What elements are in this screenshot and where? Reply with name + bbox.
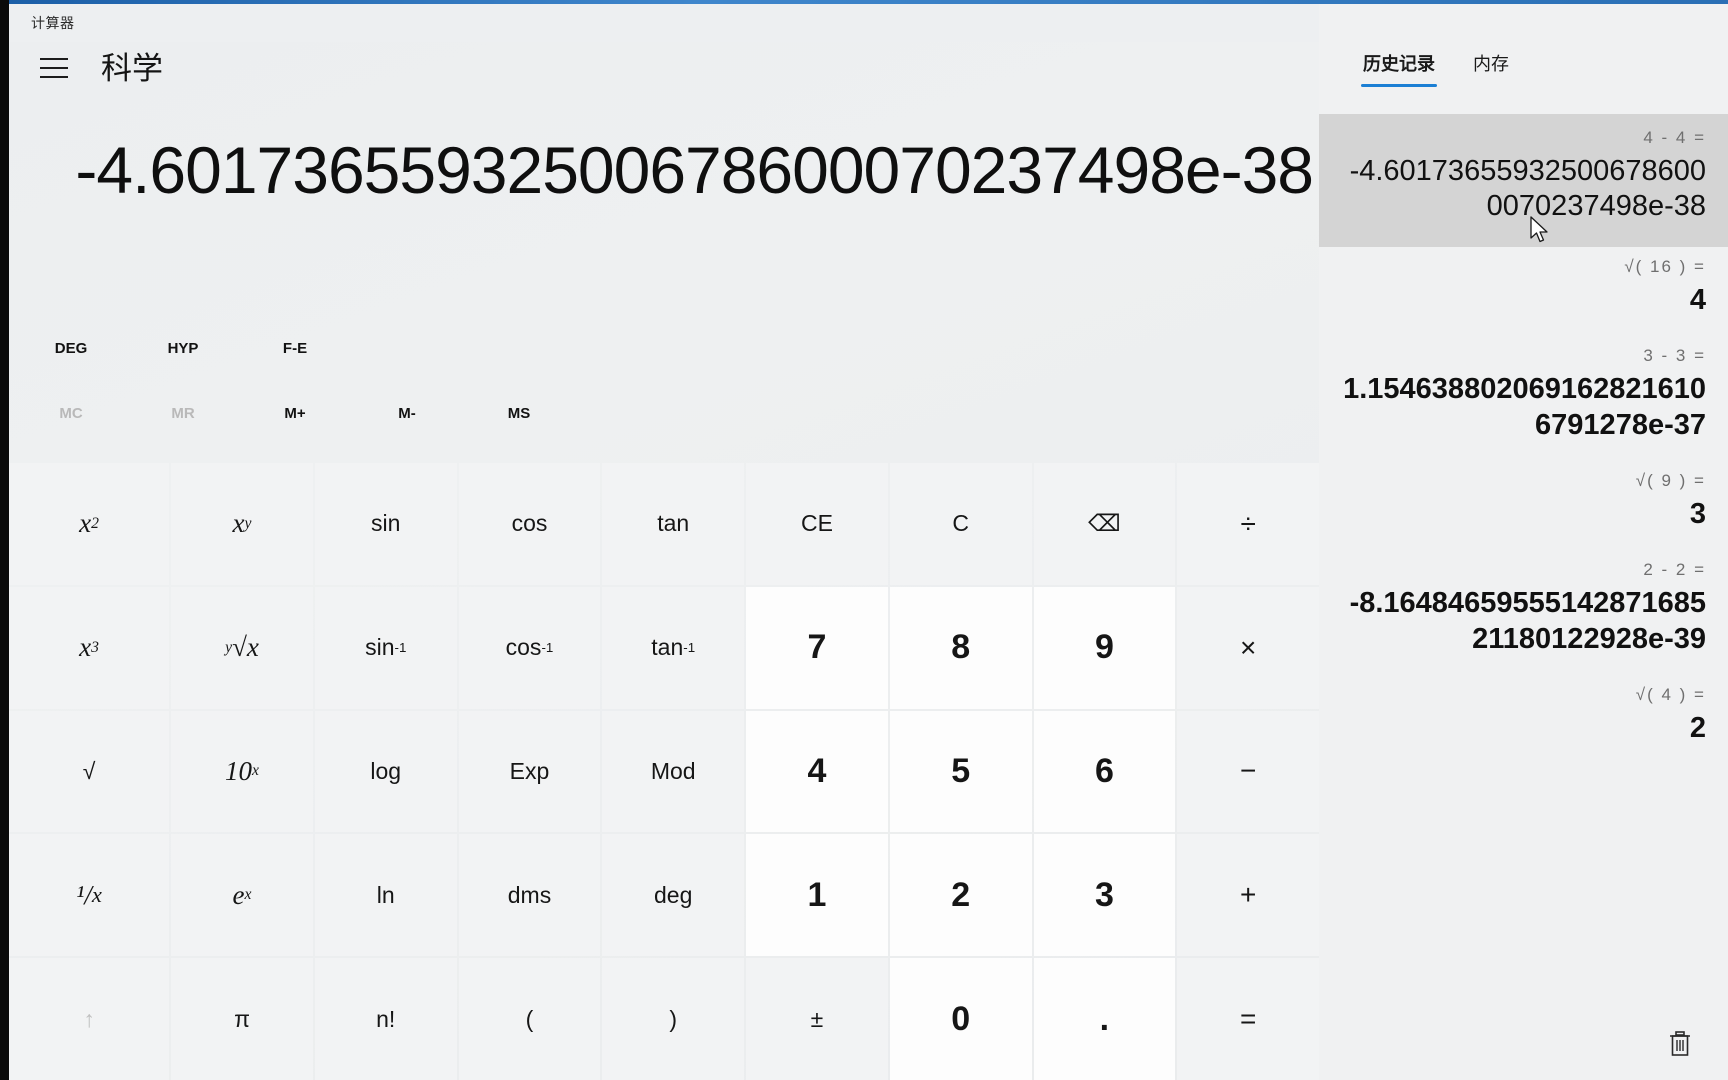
window-left-edge	[0, 0, 9, 1080]
key-xy[interactable]: xy	[171, 463, 313, 585]
history-item[interactable]: 3 - 3 = 1.1546388020691628216106791278e-3…	[1319, 336, 1728, 461]
key-sqrt[interactable]: √	[9, 710, 170, 833]
key-log[interactable]: log	[314, 710, 457, 833]
key-plusminus[interactable]: ±	[746, 958, 888, 1080]
key-x3[interactable]: x3	[9, 586, 170, 709]
key-7[interactable]: 7	[746, 586, 888, 709]
key-divide[interactable]: ÷	[1177, 463, 1319, 585]
history-value: -8.16484659555142871685 21180122928e-39	[1349, 587, 1706, 655]
history-expression: √( 9 ) =	[1635, 470, 1706, 490]
key-sin[interactable]: sin	[314, 463, 457, 585]
key-6[interactable]: 6	[1033, 710, 1176, 833]
display-value: -4.60173655932500678600070237498e-38	[75, 133, 1314, 207]
key-decimal[interactable]: .	[1033, 958, 1176, 1080]
tab-memory[interactable]: 内存	[1473, 50, 1509, 87]
key-x2[interactable]: x2	[9, 463, 170, 585]
history-value: -4.601736559325006786000070237498e-38	[1349, 155, 1706, 223]
app-title: 计算器	[31, 15, 75, 31]
key-ln[interactable]: ln	[314, 834, 457, 957]
calculator-window: 计算器 科学 -4.60173655932500678600070237498e…	[0, 0, 1728, 1080]
key-cos-1[interactable]: cos -1	[458, 586, 601, 709]
history-item[interactable]: √( 4 ) = 2	[1319, 675, 1728, 764]
key-1-x[interactable]: ¹/x	[9, 834, 170, 957]
key-pi[interactable]: π	[171, 958, 313, 1080]
history-value: 3	[1689, 497, 1706, 530]
key-yroot[interactable]: y √x	[171, 586, 313, 709]
key-5[interactable]: 5	[889, 710, 1032, 833]
trash-icon	[1670, 1031, 1690, 1056]
key-up: ↑	[9, 958, 170, 1080]
tab-history[interactable]: 历史记录	[1361, 50, 1437, 87]
key-close-paren[interactable]: )	[602, 958, 745, 1080]
memory-mc: MC	[59, 404, 83, 422]
app-header: 科学	[9, 42, 1319, 94]
toggle-f-e[interactable]: F-E	[245, 328, 345, 368]
history-tabs: 历史记录 内存	[1319, 50, 1728, 96]
mode-toggle-row: DEG HYP F-E	[9, 325, 1319, 371]
memory-ms[interactable]: MS	[469, 393, 569, 433]
key-10x[interactable]: 10 x	[171, 710, 313, 833]
key-deg[interactable]: deg	[602, 834, 745, 957]
history-panel: 历史记录 内存 4 - 4 = -4.60173655932500678600007…	[1319, 4, 1728, 1080]
key-dms[interactable]: dms	[458, 834, 601, 957]
keypad: x 2 x y sin cos tan CE C ⌫ ÷ x 3 y √x sin -1 cos -1 tan -1 7 8…	[9, 463, 1319, 1080]
window-top-accent	[9, 0, 1728, 4]
key-tan-1[interactable]: tan -1	[602, 586, 745, 709]
history-item[interactable]: 2 - 2 = -8.16484659555142871685 211801229…	[1319, 550, 1728, 675]
toggle-hyp[interactable]: HYP	[133, 328, 233, 368]
key-1[interactable]: 1	[746, 834, 888, 957]
key-exp[interactable]: Exp	[458, 710, 601, 833]
history-expression: 2 - 2 =	[1643, 560, 1706, 580]
key-2[interactable]: 2	[889, 834, 1032, 957]
history-item[interactable]: √( 16 ) = 4	[1319, 247, 1728, 336]
key-9[interactable]: 9	[1033, 586, 1176, 709]
key-multiply[interactable]: ×	[1177, 586, 1319, 709]
key-sin-1[interactable]: sin -1	[314, 586, 457, 709]
key-cos[interactable]: cos	[458, 463, 601, 585]
key-tan[interactable]: tan	[602, 463, 745, 585]
key-ce[interactable]: CE	[746, 463, 888, 585]
key-n-[interactable]: n!	[314, 958, 457, 1080]
memory-button-row: MC MR M+ M- MS	[9, 390, 1319, 436]
key-equals[interactable]: =	[1177, 958, 1319, 1080]
memory-m-[interactable]: M-	[357, 393, 457, 433]
key-c[interactable]: C	[889, 463, 1032, 585]
history-expression: 4 - 4 =	[1643, 128, 1706, 147]
key-4[interactable]: 4	[746, 710, 888, 833]
history-item[interactable]: √( 9 ) = 3	[1319, 461, 1728, 550]
memory-mr: MR	[171, 404, 195, 422]
history-expression: √( 4 ) =	[1635, 685, 1706, 704]
key-8[interactable]: 8	[889, 586, 1032, 709]
mode-title: 科学	[101, 50, 163, 86]
memory-m-[interactable]: M+	[245, 393, 345, 433]
history-value: 1.1546388020691628216106791278e-37	[1343, 373, 1706, 441]
history-expression: 3 - 3 =	[1643, 346, 1706, 366]
key-minus[interactable]: −	[1177, 710, 1319, 833]
key-mod[interactable]: Mod	[602, 710, 745, 833]
history-value: 4	[1689, 283, 1706, 316]
display-area: -4.60173655932500678600070237498e-38	[9, 110, 1319, 230]
history-value: 2	[1689, 712, 1706, 744]
key-plus[interactable]: +	[1177, 834, 1319, 957]
key-0[interactable]: 0	[889, 958, 1032, 1080]
history-expression: √( 16 ) =	[1624, 256, 1706, 276]
hamburger-icon[interactable]	[31, 48, 77, 88]
history-list: 4 - 4 = -4.601736559325006786000070237498…	[1319, 114, 1728, 1020]
key-ex[interactable]: ex	[171, 834, 313, 957]
key-open-paren[interactable]: (	[458, 958, 601, 1080]
key-backspace[interactable]: ⌫	[1033, 463, 1176, 585]
toggle-deg[interactable]: DEG	[21, 328, 121, 368]
history-item[interactable]: 4 - 4 = -4.601736559325006786000070237498…	[1319, 114, 1728, 247]
key-3[interactable]: 3	[1033, 834, 1176, 957]
clear-history-button[interactable]	[1658, 1022, 1702, 1066]
